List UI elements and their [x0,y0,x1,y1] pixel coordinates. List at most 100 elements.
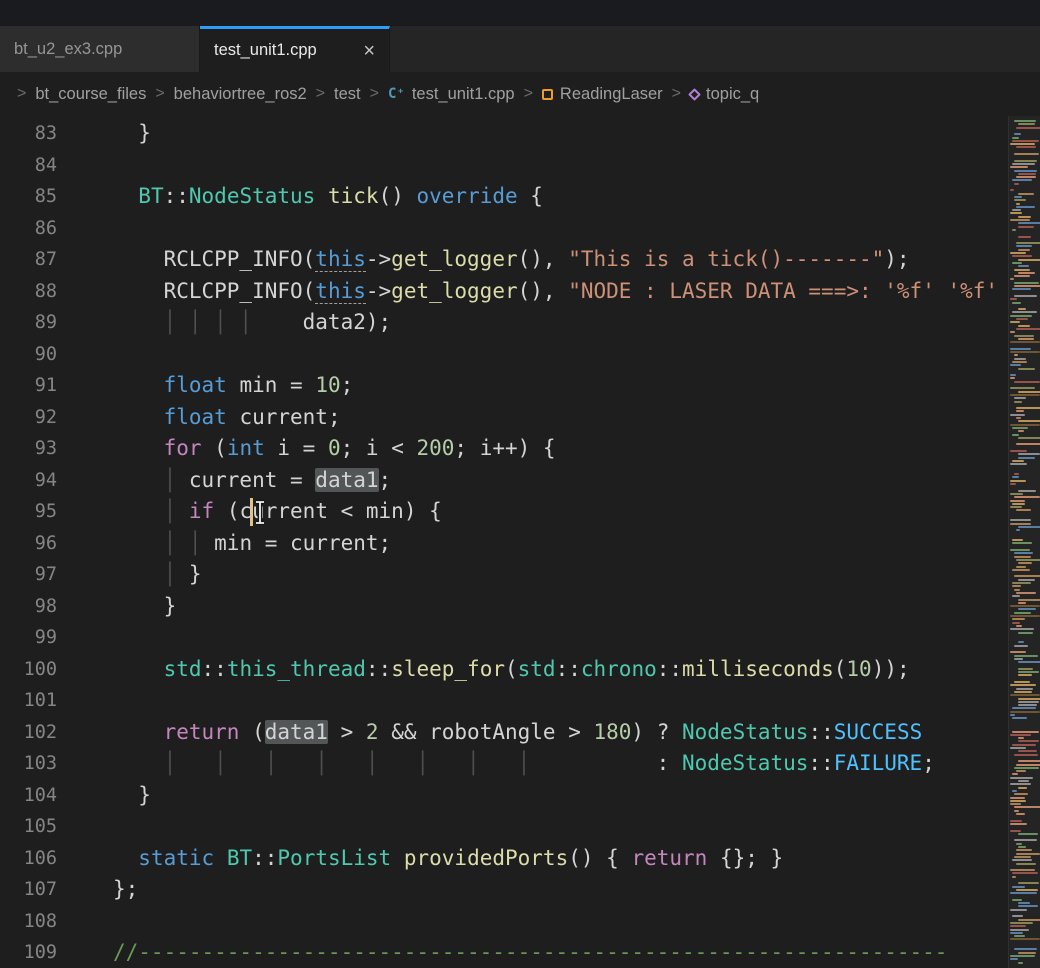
line-number[interactable]: 84 [0,150,57,182]
minimap-line [1012,311,1037,313]
line-number[interactable]: 108 [0,906,57,938]
code-line-86[interactable]: 86 [0,213,1040,245]
minimap-line [1012,163,1035,165]
minimap-line [1016,559,1040,561]
minimap-line [1010,803,1021,805]
minimap-line [1012,618,1025,620]
line-number[interactable]: 100 [0,654,57,686]
code-line-103[interactable]: 103 │ │ │ │ │ │ │ │ : NodeStatus::FAILUR… [0,748,1040,780]
breadcrumb-item-test_unit1.cpp[interactable]: C⁺test_unit1.cpp [388,85,515,104]
code-line-85[interactable]: 85 BT::NodeStatus tick() override { [0,181,1040,213]
minimap-line [1010,212,1022,214]
code-line-97[interactable]: 97 │ } [0,559,1040,591]
code-token [391,846,404,870]
line-number[interactable]: 99 [0,622,57,654]
minimap-line [1012,255,1032,257]
line-number[interactable]: 103 [0,748,57,780]
code-token: : [530,751,682,775]
minimap-line [1018,325,1030,327]
line-number[interactable]: 96 [0,528,57,560]
code-line-88[interactable]: 88 RCLCPP_INFO(this->get_logger(), "NODE… [0,276,1040,308]
line-number[interactable]: 86 [0,213,57,245]
tab-bt_u2_ex3.cpp[interactable]: bt_u2_ex3.cpp [0,26,200,72]
code-line-89[interactable]: 89 │ │ │ │ data2); [0,307,1040,339]
minimap-line [1010,958,1018,960]
code-token: std [518,657,556,681]
line-number[interactable]: 98 [0,591,57,623]
breadcrumb-item-bt_course_files[interactable]: bt_course_files [35,85,146,104]
breadcrumb-item-ReadingLaser[interactable]: ReadingLaser [542,85,663,104]
close-icon[interactable]: × [363,41,375,61]
code-line-92[interactable]: 92 float current; [0,402,1040,434]
code-token: std [164,657,202,681]
tab-test_unit1.cpp[interactable]: test_unit1.cpp× [200,26,390,72]
line-number[interactable]: 91 [0,370,57,402]
minimap-line [1018,919,1040,921]
code-token: -> [366,279,391,303]
line-number[interactable]: 101 [0,685,57,717]
code-line-93[interactable]: 93 for (int i = 0; i < 200; i++) { [0,433,1040,465]
line-number[interactable]: 85 [0,181,57,213]
code-text [57,213,113,245]
code-line-83[interactable]: 83 } [0,118,1040,150]
code-line-84[interactable]: 84 [0,150,1040,182]
line-number[interactable]: 104 [0,780,57,812]
code-line-105[interactable]: 105 [0,811,1040,843]
line-number[interactable]: 88 [0,276,57,308]
code-text: for (int i = 0; i < 200; i++) { [57,433,556,465]
minimap-line [1018,457,1035,459]
code-editor[interactable]: 83 }8485 BT::NodeStatus tick() override … [0,116,1040,968]
line-number[interactable]: 87 [0,244,57,276]
code-line-98[interactable]: 98 } [0,591,1040,623]
code-token: i = [265,436,328,460]
minimap-line [1014,681,1030,683]
minimap-line [1010,321,1020,323]
line-number[interactable]: 94 [0,465,57,497]
minimap-line [1018,391,1040,393]
breadcrumb-item-behaviortree_ros2[interactable]: behaviortree_ros2 [174,85,307,104]
code-token: "NODE : LASER DATA ===>: '%f' '%f' [568,279,998,303]
line-number[interactable]: 109 [0,937,57,968]
line-number[interactable]: 95 [0,496,57,528]
code-line-95[interactable]: 95 │ if (current < min) { [0,496,1040,528]
minimap-line [1018,430,1024,432]
minimap[interactable] [1008,116,1040,968]
code-token: current; [227,405,341,429]
code-line-106[interactable]: 106 static BT::PortsList providedPorts()… [0,843,1040,875]
code-line-96[interactable]: 96 │ │ min = current; [0,528,1040,560]
code-token: 10 [846,657,871,681]
code-line-108[interactable]: 108 [0,906,1040,938]
code-line-87[interactable]: 87 RCLCPP_INFO(this->get_logger(), "This… [0,244,1040,276]
line-number[interactable]: 106 [0,843,57,875]
tab-bar[interactable]: bt_u2_ex3.cpptest_unit1.cpp× [0,26,1040,72]
code-line-102[interactable]: 102 return (data1 > 2 && robotAngle > 18… [0,717,1040,749]
code-line-101[interactable]: 101 [0,685,1040,717]
code-token: PortsList [277,846,391,870]
code-line-104[interactable]: 104 } [0,780,1040,812]
code-line-94[interactable]: 94 │ current = data1; [0,465,1040,497]
minimap-line [1014,285,1040,287]
code-token: -> [366,247,391,271]
code-line-91[interactable]: 91 float min = 10; [0,370,1040,402]
minimap-line [1018,905,1038,907]
line-number[interactable]: 83 [0,118,57,150]
line-number[interactable]: 102 [0,717,57,749]
code-lines[interactable]: 83 }8485 BT::NodeStatus tick() override … [0,118,1040,968]
code-token: int [227,436,265,460]
line-number[interactable]: 92 [0,402,57,434]
line-number[interactable]: 107 [0,874,57,906]
line-number[interactable]: 93 [0,433,57,465]
code-line-109[interactable]: 109//-----------------------------------… [0,937,1040,968]
code-line-100[interactable]: 100 std::this_thread::sleep_for(std::chr… [0,654,1040,686]
breadcrumb-item-test[interactable]: test [334,85,361,104]
code-line-90[interactable]: 90 [0,339,1040,371]
line-number[interactable]: 97 [0,559,57,591]
code-text: //--------------------------------------… [57,937,947,968]
line-number[interactable]: 105 [0,811,57,843]
breadcrumb-item-topic_q[interactable]: topic_q [690,85,759,104]
code-token: │ [113,499,176,523]
code-line-107[interactable]: 107}; [0,874,1040,906]
line-number[interactable]: 90 [0,339,57,371]
line-number[interactable]: 89 [0,307,57,339]
code-line-99[interactable]: 99 [0,622,1040,654]
